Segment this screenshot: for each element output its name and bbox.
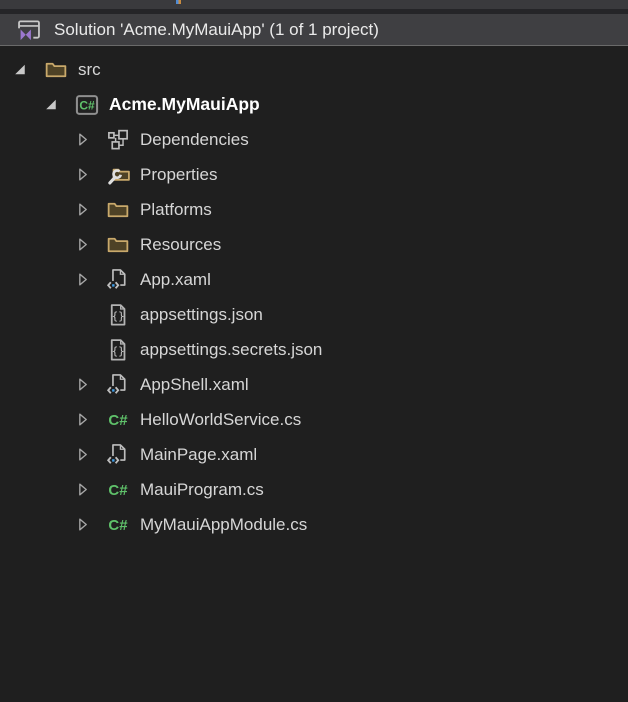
- folder-icon: [106, 233, 130, 257]
- expander-collapsed-icon[interactable]: [74, 236, 91, 253]
- csharp-file-icon: C#: [106, 513, 130, 537]
- svg-text:C#: C#: [108, 412, 128, 429]
- expander-spacer: [74, 341, 91, 358]
- tree-item-label: MauiProgram.cs: [140, 480, 264, 500]
- xaml-file-icon: [106, 443, 130, 467]
- expander-spacer: [74, 306, 91, 323]
- solution-tree: src C# Acme.MyMauiApp Dependencies Prope…: [0, 46, 628, 542]
- tree-item-platforms[interactable]: Platforms: [0, 192, 628, 227]
- tree-item-mymauiappmodule-cs[interactable]: C# MyMauiAppModule.cs: [0, 507, 628, 542]
- tree-item-label: App.xaml: [140, 270, 211, 290]
- tree-item-label: Dependencies: [140, 130, 249, 150]
- tree-item-mauiprogram-cs[interactable]: C# MauiProgram.cs: [0, 472, 628, 507]
- tree-item-dependencies[interactable]: Dependencies: [0, 122, 628, 157]
- expander-collapsed-icon[interactable]: [74, 411, 91, 428]
- expander-collapsed-icon[interactable]: [74, 166, 91, 183]
- svg-text:{}: {}: [112, 309, 125, 322]
- solution-explorer-panel: Solution 'Acme.MyMauiApp' (1 of 1 projec…: [0, 0, 628, 702]
- expander-collapsed-icon[interactable]: [74, 446, 91, 463]
- tree-item-helloworldservice-cs[interactable]: C# HelloWorldService.cs: [0, 402, 628, 437]
- top-strip: [0, 0, 628, 9]
- expander-collapsed-icon[interactable]: [74, 131, 91, 148]
- tree-item-label: appsettings.json: [140, 305, 263, 325]
- tree-item-label: MyMauiAppModule.cs: [140, 515, 307, 535]
- svg-text:C#: C#: [108, 482, 128, 499]
- expander-collapsed-icon[interactable]: [74, 376, 91, 393]
- svg-text:{}: {}: [112, 344, 125, 357]
- expander-expanded-icon[interactable]: [43, 96, 60, 113]
- tree-item-mainpage-xaml[interactable]: MainPage.xaml: [0, 437, 628, 472]
- svg-text:C#: C#: [79, 98, 95, 112]
- expander-collapsed-icon[interactable]: [74, 481, 91, 498]
- tree-item-label: HelloWorldService.cs: [140, 410, 301, 430]
- expander-collapsed-icon[interactable]: [74, 516, 91, 533]
- tree-item-label: AppShell.xaml: [140, 375, 249, 395]
- properties-folder-icon: [106, 163, 130, 187]
- tree-item-label: Properties: [140, 165, 217, 185]
- tree-item-label: Resources: [140, 235, 221, 255]
- tree-item-appsettings-json[interactable]: {} appsettings.json: [0, 297, 628, 332]
- svg-text:C#: C#: [108, 517, 128, 534]
- xaml-file-icon: [106, 268, 130, 292]
- folder-icon: [44, 58, 68, 82]
- tree-item-appsettings-secrets-json[interactable]: {} appsettings.secrets.json: [0, 332, 628, 367]
- tree-item-resources[interactable]: Resources: [0, 227, 628, 262]
- tree-item-properties[interactable]: Properties: [0, 157, 628, 192]
- folder-icon: [106, 198, 130, 222]
- solution-icon: [17, 18, 41, 42]
- csharp-file-icon: C#: [106, 478, 130, 502]
- csharp-project-icon: C#: [75, 93, 99, 117]
- dependencies-icon: [106, 128, 130, 152]
- tree-item-appshell-xaml[interactable]: AppShell.xaml: [0, 367, 628, 402]
- expander-collapsed-icon[interactable]: [74, 201, 91, 218]
- tree-item-label: src: [78, 60, 101, 80]
- json-file-icon: {}: [106, 303, 130, 327]
- tree-item-label: MainPage.xaml: [140, 445, 257, 465]
- xaml-file-icon: [106, 373, 130, 397]
- expander-expanded-icon[interactable]: [12, 61, 29, 78]
- tree-item-label: appsettings.secrets.json: [140, 340, 322, 360]
- tree-item-label: Platforms: [140, 200, 212, 220]
- tree-item-app-xaml[interactable]: App.xaml: [0, 262, 628, 297]
- solution-row[interactable]: Solution 'Acme.MyMauiApp' (1 of 1 projec…: [0, 14, 628, 46]
- tree-item-label: Acme.MyMauiApp: [109, 94, 260, 115]
- json-file-icon: {}: [106, 338, 130, 362]
- tree-item-acme-mymauiapp[interactable]: C# Acme.MyMauiApp: [0, 87, 628, 122]
- cropped-toolbar-icon-fragment: [176, 0, 181, 4]
- tree-item-src[interactable]: src: [0, 52, 628, 87]
- csharp-file-icon: C#: [106, 408, 130, 432]
- expander-collapsed-icon[interactable]: [74, 271, 91, 288]
- solution-label: Solution 'Acme.MyMauiApp' (1 of 1 projec…: [54, 20, 379, 40]
